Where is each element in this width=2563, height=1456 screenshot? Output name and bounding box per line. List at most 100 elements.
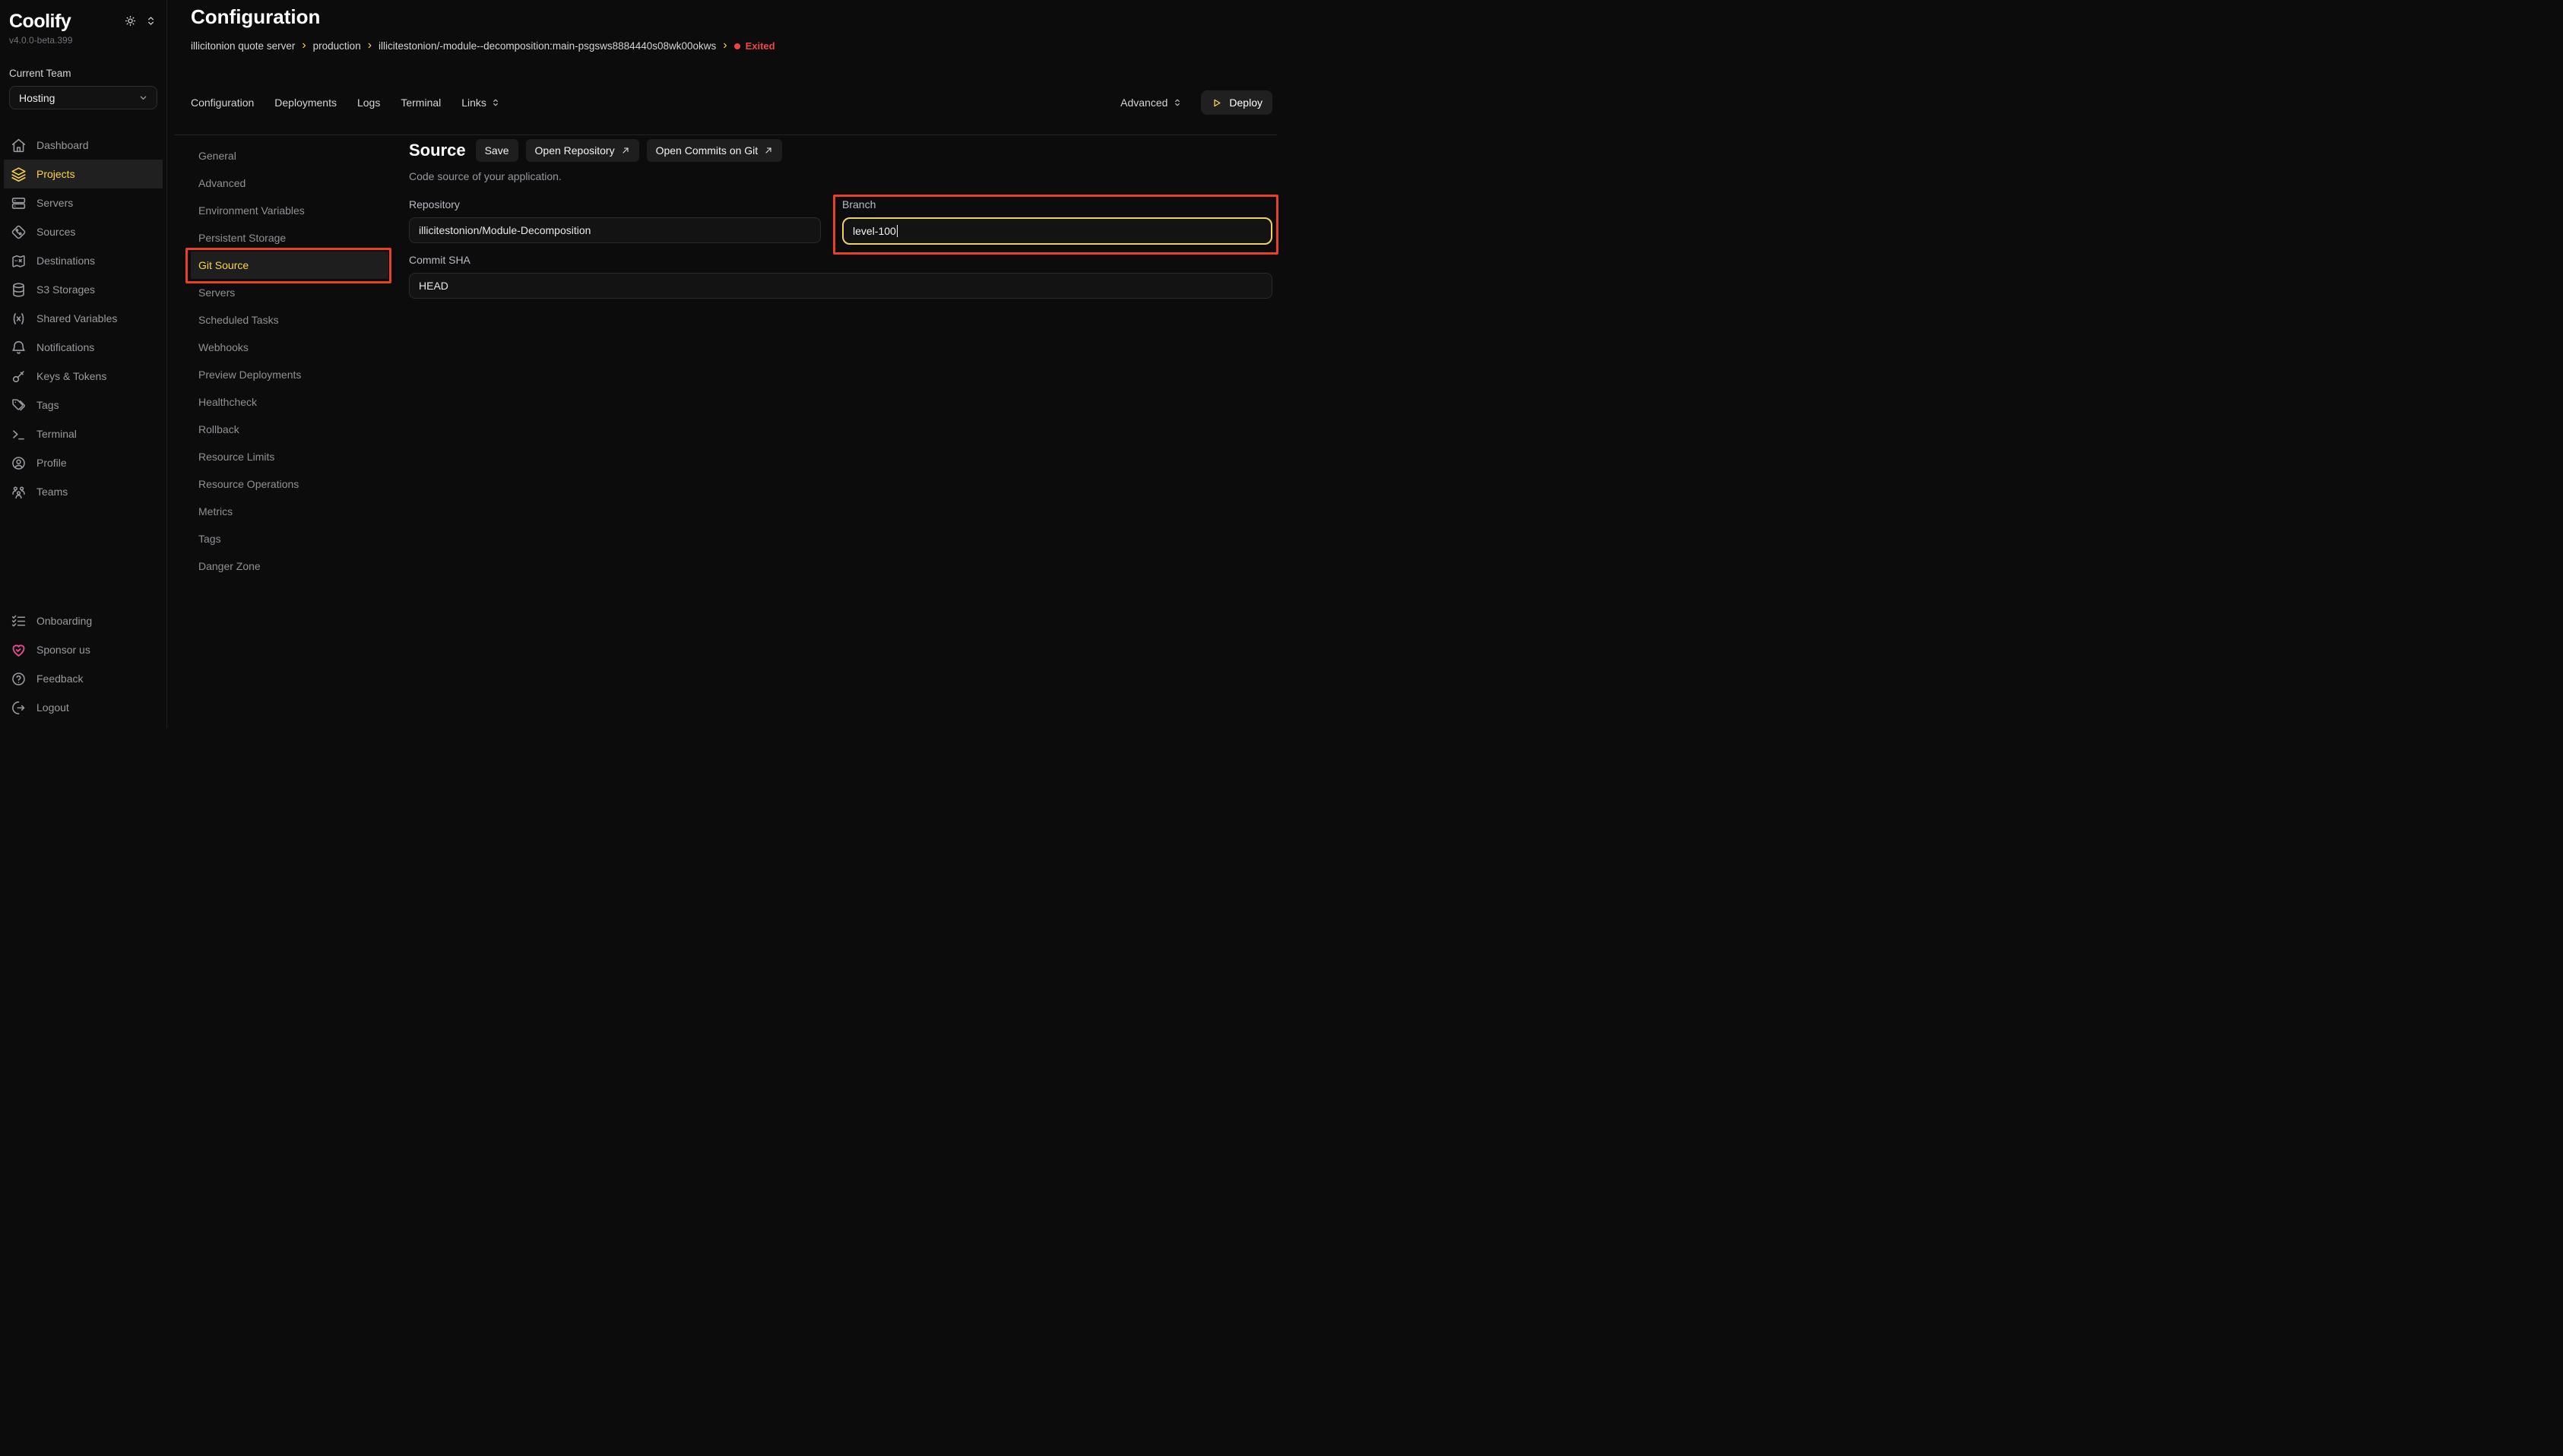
play-icon bbox=[1211, 97, 1222, 109]
chevrons-up-down-icon bbox=[490, 97, 501, 108]
subnav-item-webhooks[interactable]: Webhooks bbox=[191, 334, 388, 361]
tab-configuration[interactable]: Configuration bbox=[191, 97, 254, 109]
page-title: Configuration bbox=[191, 5, 320, 29]
sidebar-item-sources[interactable]: Sources bbox=[4, 217, 163, 246]
sidebar-header: Coolify v4.0.0-beta.399 Current Team Hos… bbox=[0, 11, 166, 109]
logout-icon bbox=[11, 700, 27, 716]
deploy-button[interactable]: Deploy bbox=[1201, 90, 1272, 115]
breadcrumb-application[interactable]: illicitestonion/-module--decomposition:m… bbox=[379, 40, 716, 52]
sidebar-item-profile[interactable]: Profile bbox=[4, 448, 163, 477]
map-icon bbox=[11, 253, 27, 269]
subnav-item-healthcheck[interactable]: Healthcheck bbox=[191, 388, 388, 416]
subnav-item-general[interactable]: General bbox=[191, 142, 388, 169]
sidebar-item-terminal[interactable]: Terminal bbox=[4, 419, 163, 448]
branch-label: Branch bbox=[842, 198, 1272, 210]
sidebar-item-teams[interactable]: Teams bbox=[4, 477, 163, 506]
sidebar-item-destinations[interactable]: Destinations bbox=[4, 246, 163, 275]
tab-bar: Configuration Deployments Logs Terminal … bbox=[191, 90, 1272, 115]
commit-sha-field: Commit SHA HEAD bbox=[409, 254, 1272, 299]
checklist-icon bbox=[11, 613, 27, 629]
sidebar-item-servers[interactable]: Servers bbox=[4, 188, 163, 217]
repository-input[interactable]: illicitestonion/Module-Decomposition bbox=[409, 217, 821, 243]
commit-sha-input[interactable]: HEAD bbox=[409, 273, 1272, 299]
status-badge: Exited bbox=[734, 40, 775, 52]
sidebar-item-feedback[interactable]: Feedback bbox=[4, 664, 163, 693]
subnav-item-resource-operations[interactable]: Resource Operations bbox=[191, 470, 388, 498]
home-icon bbox=[11, 138, 27, 154]
sidebar-collapse-icon[interactable] bbox=[144, 14, 157, 31]
app-version: v4.0.0-beta.399 bbox=[9, 35, 157, 46]
help-circle-icon bbox=[11, 671, 27, 687]
panel-title: Source bbox=[409, 141, 466, 160]
sidebar-item-sponsor[interactable]: Sponsor us bbox=[4, 635, 163, 664]
branch-input[interactable]: level-100 bbox=[842, 217, 1272, 245]
settings-subnav: General Advanced Environment Variables P… bbox=[191, 142, 388, 580]
breadcrumb-environment[interactable]: production bbox=[313, 40, 361, 52]
subnav-item-advanced[interactable]: Advanced bbox=[191, 169, 388, 197]
sidebar-item-projects[interactable]: Projects bbox=[4, 160, 163, 188]
database-icon bbox=[11, 282, 27, 298]
current-team-label: Current Team bbox=[9, 68, 157, 79]
open-repository-button[interactable]: Open Repository bbox=[526, 139, 639, 162]
subnav-item-git-source[interactable]: Git Source bbox=[191, 252, 388, 279]
save-button[interactable]: Save bbox=[476, 139, 518, 162]
open-commits-button[interactable]: Open Commits on Git bbox=[647, 139, 783, 162]
sidebar: Coolify v4.0.0-beta.399 Current Team Hos… bbox=[0, 0, 167, 728]
tab-deployments[interactable]: Deployments bbox=[274, 97, 337, 109]
sidebar-footer-nav: Onboarding Sponsor us Feedback Logout bbox=[0, 606, 166, 722]
theme-toggle-sun-icon[interactable] bbox=[124, 14, 137, 31]
chevrons-up-down-icon bbox=[1172, 97, 1183, 108]
git-source-icon bbox=[11, 224, 27, 240]
subnav-item-preview-deployments[interactable]: Preview Deployments bbox=[191, 361, 388, 388]
sidebar-item-tags[interactable]: Tags bbox=[4, 391, 163, 419]
subnav-item-resource-limits[interactable]: Resource Limits bbox=[191, 443, 388, 470]
key-icon bbox=[11, 369, 27, 385]
sidebar-nav: Dashboard Projects Servers Sources Desti… bbox=[0, 131, 166, 506]
user-circle-icon bbox=[11, 455, 27, 471]
tab-logs[interactable]: Logs bbox=[357, 97, 380, 109]
layers-icon bbox=[11, 166, 27, 182]
sidebar-item-logout[interactable]: Logout bbox=[4, 693, 163, 722]
team-select[interactable]: Hosting bbox=[9, 86, 157, 109]
sidebar-item-shared-variables[interactable]: Shared Variables bbox=[4, 304, 163, 333]
tags-icon bbox=[11, 397, 27, 413]
branch-field: Branch level-100 bbox=[842, 198, 1272, 245]
app-logo: Coolify bbox=[9, 11, 71, 33]
chevron-right-icon: › bbox=[723, 40, 727, 52]
subnav-item-scheduled-tasks[interactable]: Scheduled Tasks bbox=[191, 306, 388, 334]
external-link-icon bbox=[621, 146, 630, 155]
advanced-menu[interactable]: Advanced bbox=[1120, 97, 1183, 109]
subnav-item-danger-zone[interactable]: Danger Zone bbox=[191, 552, 388, 580]
panel-description: Code source of your application. bbox=[409, 170, 1272, 182]
chevron-down-icon bbox=[138, 92, 149, 103]
source-panel: Source Save Open Repository Open Commits… bbox=[409, 139, 1272, 299]
sidebar-item-onboarding[interactable]: Onboarding bbox=[4, 606, 163, 635]
users-icon bbox=[11, 484, 27, 500]
subnav-item-tags[interactable]: Tags bbox=[191, 525, 388, 552]
bell-icon bbox=[11, 340, 27, 356]
sidebar-item-keys-tokens[interactable]: Keys & Tokens bbox=[4, 362, 163, 391]
tab-terminal[interactable]: Terminal bbox=[401, 97, 441, 109]
sidebar-item-s3-storages[interactable]: S3 Storages bbox=[4, 275, 163, 304]
subnav-item-rollback[interactable]: Rollback bbox=[191, 416, 388, 443]
coolify-app: Coolify v4.0.0-beta.399 Current Team Hos… bbox=[0, 0, 1282, 728]
tab-links[interactable]: Links bbox=[461, 97, 501, 109]
terminal-icon bbox=[11, 426, 27, 442]
breadcrumb-project[interactable]: illicitonion quote server bbox=[191, 40, 295, 52]
status-text: Exited bbox=[746, 40, 775, 52]
subnav-item-servers[interactable]: Servers bbox=[191, 279, 388, 306]
sidebar-item-notifications[interactable]: Notifications bbox=[4, 333, 163, 362]
external-link-icon bbox=[764, 146, 773, 155]
variable-icon bbox=[11, 311, 27, 327]
text-cursor bbox=[897, 225, 898, 237]
status-dot-icon bbox=[734, 43, 740, 49]
heart-icon bbox=[11, 642, 27, 658]
subnav-item-metrics[interactable]: Metrics bbox=[191, 498, 388, 525]
repository-field: Repository illicitestonion/Module-Decomp… bbox=[409, 198, 821, 245]
server-icon bbox=[11, 195, 27, 211]
subnav-item-persistent-storage[interactable]: Persistent Storage bbox=[191, 224, 388, 252]
subnav-item-environment-variables[interactable]: Environment Variables bbox=[191, 197, 388, 224]
sidebar-item-dashboard[interactable]: Dashboard bbox=[4, 131, 163, 160]
chevron-right-icon: › bbox=[368, 40, 372, 52]
repository-label: Repository bbox=[409, 198, 821, 210]
